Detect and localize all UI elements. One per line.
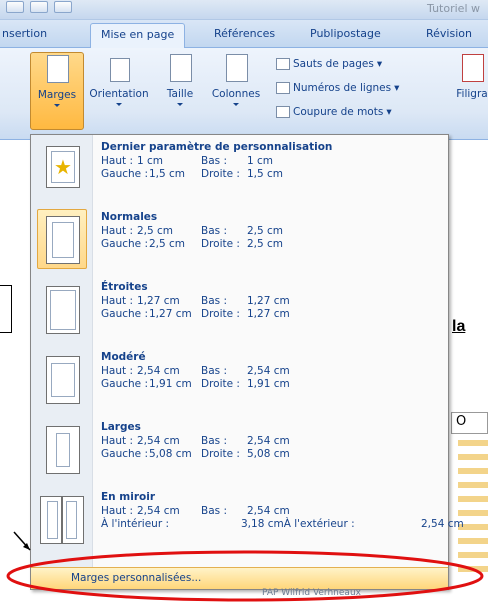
menu-item-title: Dernier paramètre de personnalisation [101,141,333,153]
quick-access-toolbar [6,1,72,13]
star-icon: ★ [54,155,72,179]
line-numbers-icon [276,82,290,94]
folder-icon[interactable] [6,1,24,13]
menu-item-dernier-parametre[interactable]: ★ Dernier paramètre de personnalisation … [31,135,448,205]
document-heading: la [452,318,466,335]
menu-item-etroites[interactable]: Étroites Haut :1,27 cm Bas :1,27 cm Gauch… [31,275,448,345]
chevron-down-icon [116,103,122,106]
menu-item-larges[interactable]: Larges Haut :2,54 cm Bas :2,54 cm Gauche … [31,415,448,485]
margins-icon [42,53,72,85]
print-icon[interactable] [54,1,72,13]
orientation-label: Orientation [89,88,149,100]
ribbon-tabs: nsertion Mise en page Références Publipo… [0,20,488,48]
menu-item-title: Larges [101,421,141,433]
filigrane-label: Filigra [456,88,488,100]
columns-icon [221,52,251,84]
page-break-icon [276,58,290,70]
margin-thumbnail: ★ [37,139,87,199]
menu-item-title: Étroites [101,281,148,293]
margin-thumbnail [37,349,87,409]
size-icon [165,52,195,84]
tab-publipostage[interactable]: Publipostage [310,27,381,40]
menu-item-title: Normales [101,211,158,223]
chevron-down-icon [54,104,60,107]
chevron-down-icon [177,103,183,106]
margin-thumbnail [37,209,87,269]
menu-item-normales[interactable]: Normales Haut :2,5 cm Bas :2,5 cm Gauche … [31,205,448,275]
filigrane-button[interactable]: Filigra [452,52,488,100]
document-box: O [451,412,488,434]
menu-item-title: Modéré [101,351,146,363]
menu-item-modere[interactable]: Modéré Haut :2,54 cm Bas :2,54 cm Gauche … [31,345,448,415]
colonnes-button[interactable]: Colonnes [208,52,264,106]
menu-item-en-miroir[interactable]: En miroir Haut :2,54 cm Bas :2,54 cm À l'… [31,485,464,555]
margin-thumbnail [37,279,87,339]
margin-thumbnail [37,419,87,479]
margins-dropdown-menu: ★ Dernier paramètre de personnalisation … [30,134,464,590]
menu-item-title: En miroir [101,491,156,503]
chevron-down-icon [233,103,239,106]
marges-button[interactable]: Marges [30,52,84,130]
ribbon: Marges Orientation Taille Colonnes Sauts… [0,48,488,140]
orientation-icon [104,52,134,84]
save-icon[interactable] [30,1,48,13]
window-title: Tutoriel w [427,2,480,15]
marges-label: Marges [37,89,77,101]
orientation-button[interactable]: Orientation [86,52,152,106]
taille-button[interactable]: Taille [160,52,200,106]
tab-mise-en-page[interactable]: Mise en page [90,23,186,48]
document-textbox [0,285,12,333]
coupure-de-mots-button[interactable]: Coupure de mots ▾ [276,106,392,118]
tab-references[interactable]: Références [214,27,275,40]
margin-thumbnail [37,489,87,549]
taille-label: Taille [166,88,194,100]
sauts-de-pages-button[interactable]: Sauts de pages ▾ [276,58,382,70]
annotation-ellipse [6,550,484,602]
numeros-de-lignes-button[interactable]: Numéros de lignes ▾ [276,82,399,94]
colonnes-label: Colonnes [211,88,261,100]
watermark-icon [457,52,487,84]
tab-revision[interactable]: Révision [426,27,472,40]
tab-insertion[interactable]: nsertion [2,27,47,40]
title-bar: Tutoriel w [0,0,488,20]
hyphenation-icon [276,106,290,118]
